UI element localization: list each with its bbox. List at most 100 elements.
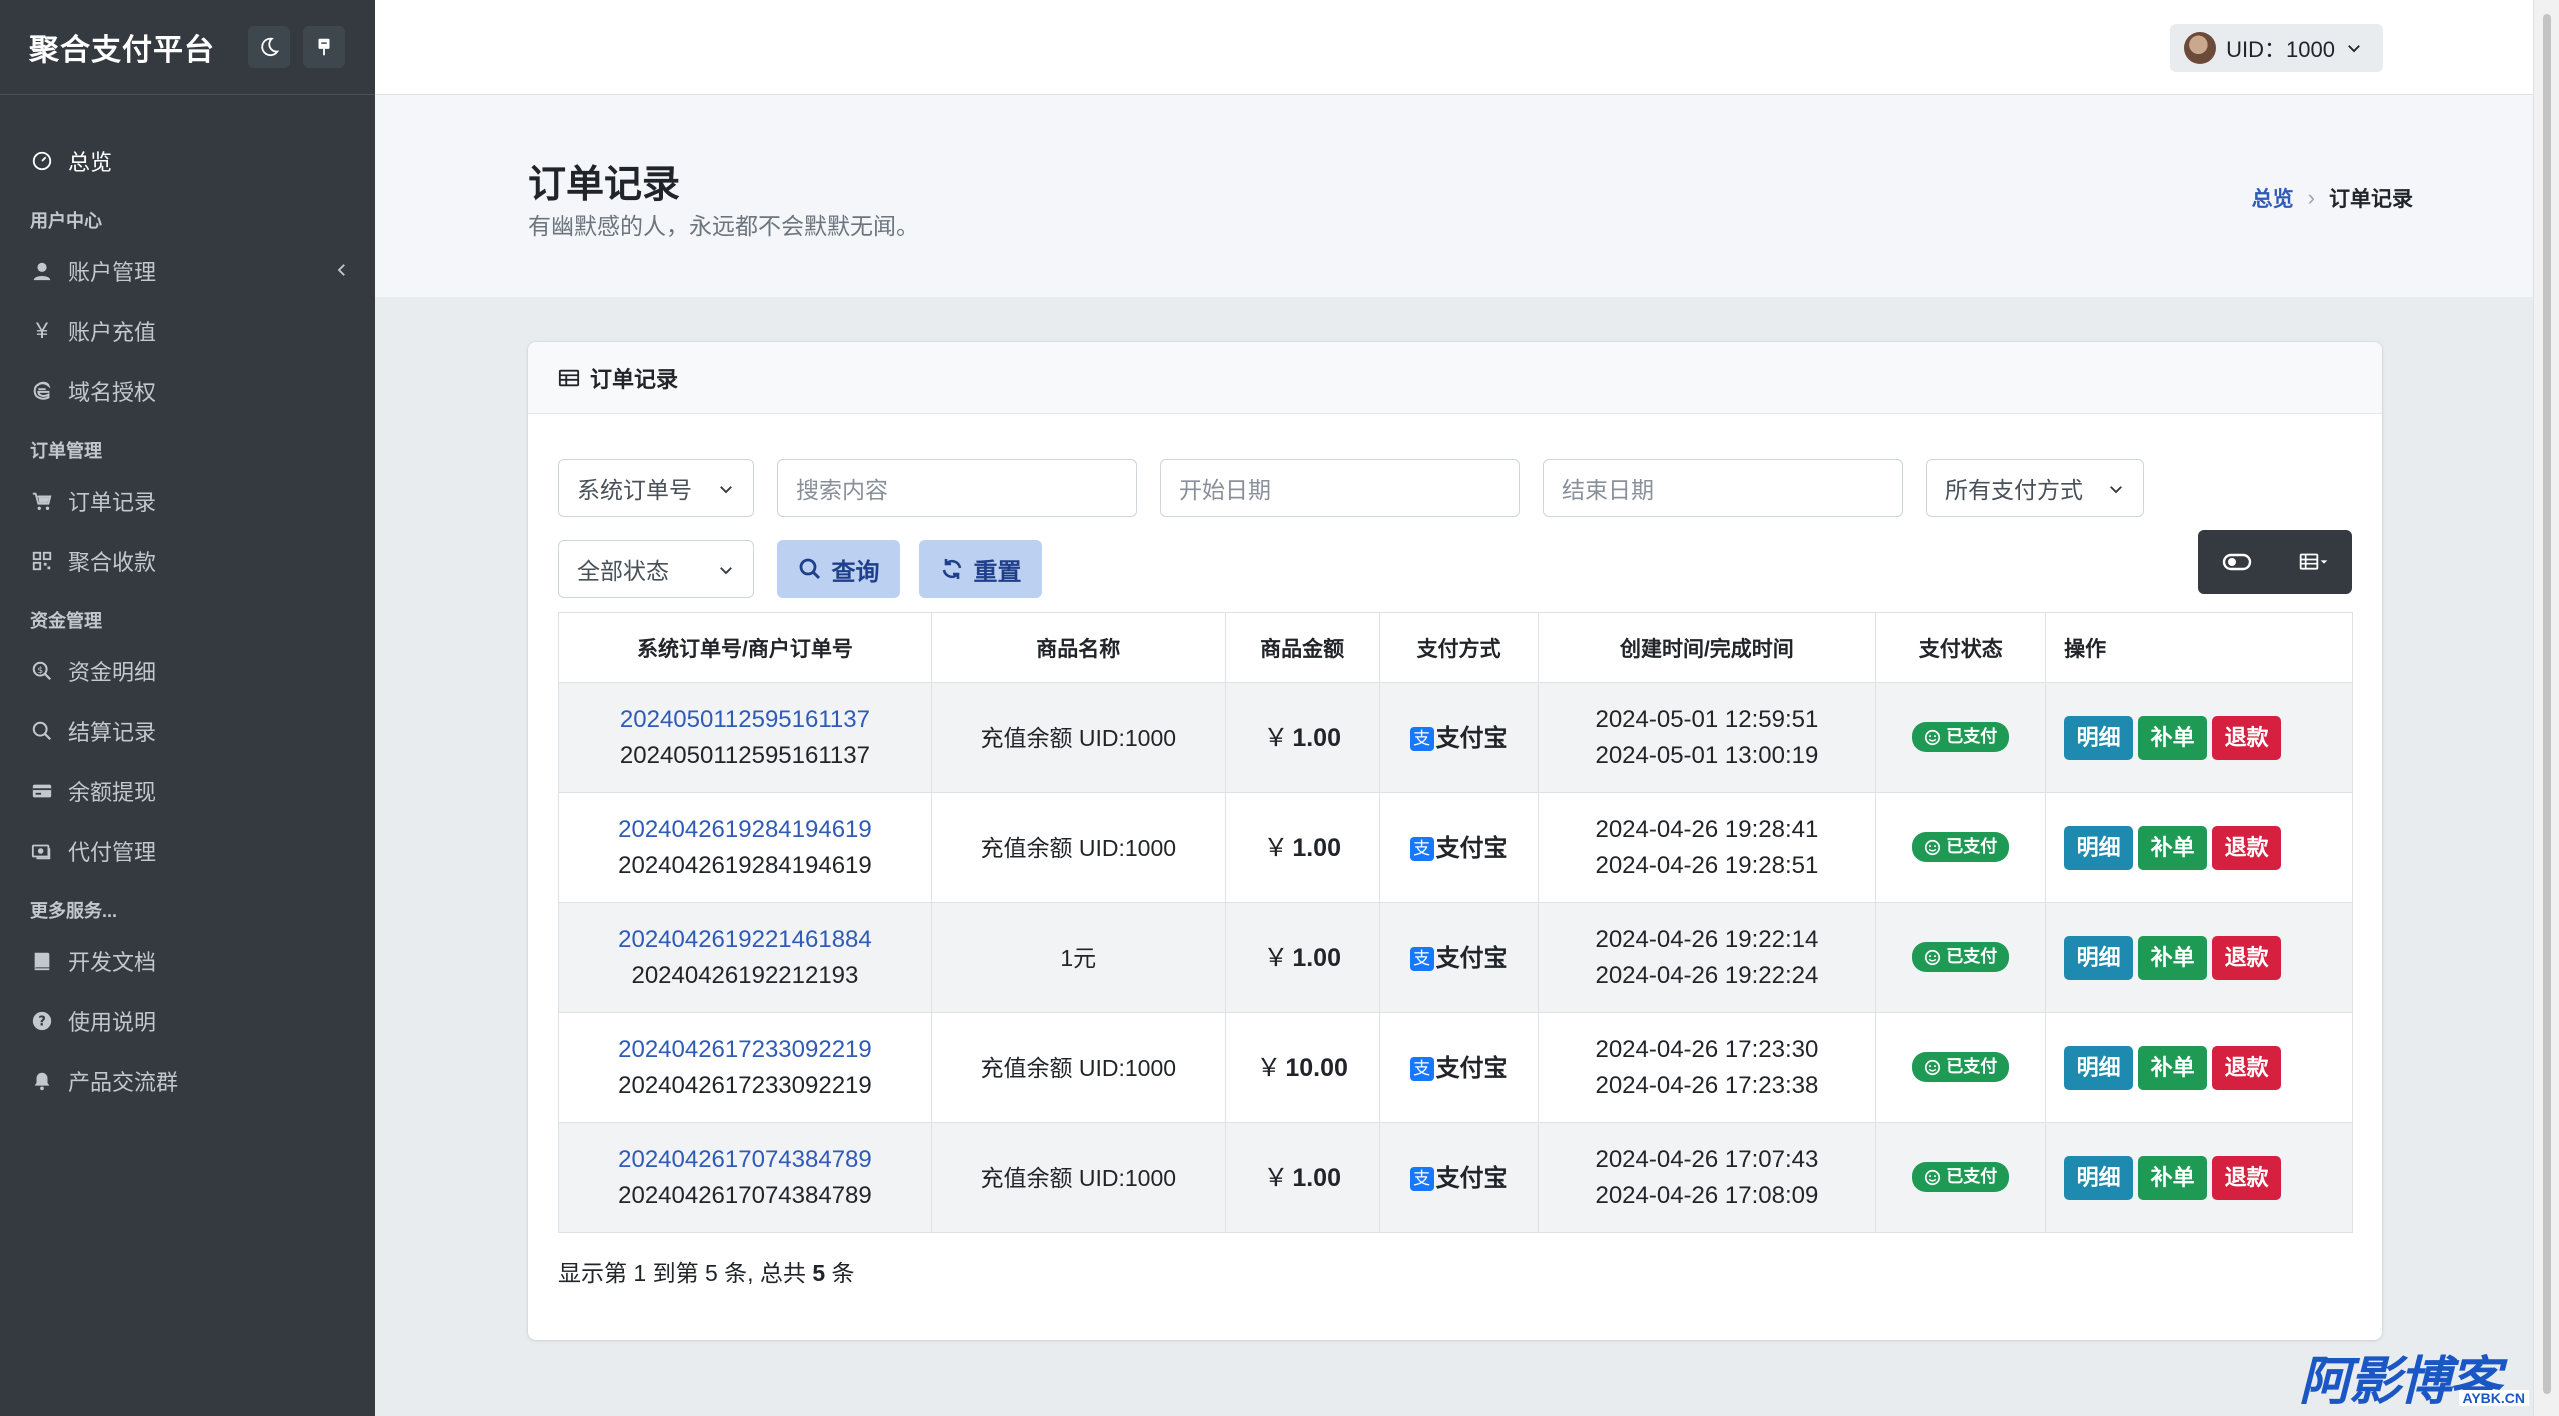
search-type-select[interactable]: 系统订单号 (558, 459, 754, 517)
trade-no-link[interactable]: 2024042619284194619 (559, 812, 931, 848)
sidebar-item-order-records[interactable]: 订单记录 (0, 471, 375, 531)
sidebar-item-label: 结算记录 (68, 720, 157, 745)
page-scrollbar[interactable] (2533, 0, 2559, 1416)
created-time: 2024-04-26 19:28:41 (1595, 815, 1819, 843)
sidebar-item-domain-auth[interactable]: 域名授权 (0, 361, 375, 421)
sidebar-item-proxy-pay[interactable]: 代付管理 (0, 821, 375, 881)
repair-button[interactable]: 补单 (2138, 935, 2208, 980)
status-label: 已支付 (1946, 1057, 1998, 1076)
detail-button[interactable]: 明细 (2064, 1155, 2134, 1200)
sidebar-nav: 总览 用户中心 账户管理 ¥ 账户充值 域名授权 订单管理 订单记录 聚合收款 … (0, 95, 375, 1111)
sidebar-item-label: 聚合收款 (68, 550, 157, 575)
end-date-input[interactable]: 结束日期 (1543, 459, 1903, 517)
alipay-icon: 支 (1409, 837, 1434, 861)
pay-type-select[interactable]: 所有支付方式 (1926, 459, 2144, 517)
sidebar-item-balance-withdraw[interactable]: 余额提现 (0, 761, 375, 821)
trade-no-link[interactable]: 2024050112595161137 (559, 702, 931, 738)
status-cell: 已支付 (1875, 1122, 2047, 1233)
sidebar-item-dev-docs[interactable]: 开发文档 (0, 931, 375, 991)
reset-button[interactable]: 重置 (919, 540, 1042, 598)
smile-icon (1925, 1169, 1941, 1185)
user-menu-button[interactable]: UID：1000 (2170, 24, 2383, 72)
query-button[interactable]: 查询 (777, 540, 900, 598)
breadcrumb-home-link[interactable]: 总览 (2252, 183, 2294, 213)
order-no-cell: 2024042619221461884 20240426192212193 (558, 902, 932, 1013)
refund-button[interactable]: 退款 (2212, 715, 2282, 760)
order-no-cell: 2024042619284194619 2024042619284194619 (558, 792, 932, 903)
brand-title[interactable]: 聚合支付平台 (29, 25, 215, 69)
detail-button[interactable]: 明细 (2064, 1045, 2134, 1090)
smile-icon (1925, 839, 1941, 855)
sidebar-item-settle-records[interactable]: 结算记录 (0, 701, 375, 761)
dark-mode-toggle[interactable] (248, 26, 290, 68)
status-cell: 已支付 (1875, 792, 2047, 903)
status-select[interactable]: 全部状态 (558, 540, 754, 598)
refund-button[interactable]: 退款 (2212, 1155, 2282, 1200)
smile-icon (1925, 729, 1941, 745)
sidebar-item-overview[interactable]: 总览 (0, 131, 375, 191)
repair-button[interactable]: 补单 (2138, 1155, 2208, 1200)
product-name-cell: 1元 (930, 902, 1226, 1013)
product-name-cell: 充值余额 UID:1000 (930, 1122, 1226, 1233)
sidebar-item-aggregate-receive[interactable]: 聚合收款 (0, 531, 375, 591)
column-header[interactable]: 商品名称 (930, 612, 1226, 683)
trade-no-link[interactable]: 2024042617233092219 (559, 1032, 931, 1068)
orders-card: 订单记录 系统订单号 搜索内容 开始日期 结束日期 所有支付方式 全部状态 查询… (528, 342, 2382, 1340)
time-cell: 2024-04-26 17:07:43 2024-04-26 17:08:09 (1537, 1122, 1877, 1233)
table-toolbar (2198, 530, 2352, 594)
amount-cell: ￥ 1.00 (1224, 682, 1380, 793)
sidebar-item-fund-detail[interactable]: $ 资金明细 (0, 641, 375, 701)
sidebar-item-account-recharge[interactable]: ¥ 账户充值 (0, 301, 375, 361)
repair-button[interactable]: 补单 (2138, 715, 2208, 760)
chevron-down-icon (720, 486, 732, 494)
column-header[interactable]: 支付状态 (1875, 612, 2047, 683)
pay-type-value: 所有支付方式 (1945, 477, 2083, 503)
chevron-down-icon (2348, 45, 2360, 53)
sidebar-item-label: 域名授权 (68, 380, 157, 405)
alipay-icon: 支 (1409, 947, 1434, 971)
finished-time: 2024-04-26 17:23:38 (1595, 1071, 1819, 1099)
out-trade-no: 2024042619284194619 (618, 851, 872, 879)
repair-button[interactable]: 补单 (2138, 1045, 2208, 1090)
toggle-button[interactable] (2198, 530, 2275, 594)
amount-value: 1.00 (1292, 833, 1341, 862)
columns-dropdown-button[interactable] (2275, 530, 2352, 594)
sidebar-collapse-button[interactable] (303, 26, 345, 68)
sidebar-item-label: 账户管理 (68, 260, 157, 285)
nav-header-fund-manage: 资金管理 (30, 611, 102, 631)
trade-no-link[interactable]: 2024042617074384789 (559, 1142, 931, 1178)
amount-value: 1.00 (1292, 943, 1341, 972)
status-value: 全部状态 (577, 558, 669, 584)
breadcrumb: 总览 › 订单记录 (2252, 183, 2413, 213)
detail-button[interactable]: 明细 (2064, 715, 2134, 760)
scrollbar-thumb[interactable] (2543, 14, 2551, 1394)
product-name-cell: 充值余额 UID:1000 (930, 1012, 1226, 1123)
table-row: 2024042619221461884 20240426192212193 1元 ￥ 1… (558, 902, 2353, 1013)
smile-icon (1925, 949, 1941, 965)
search-placeholder: 搜索内容 (796, 477, 888, 503)
refund-button[interactable]: 退款 (2212, 1045, 2282, 1090)
sidebar-item-account-manage[interactable]: 账户管理 (0, 241, 375, 301)
refund-button[interactable]: 退款 (2212, 825, 2282, 870)
sidebar-item-community[interactable]: 产品交流群 (0, 1051, 375, 1111)
sidebar-item-usage-guide[interactable]: ? 使用说明 (0, 991, 375, 1051)
search-dollar-icon: $ (32, 661, 52, 681)
breadcrumb-separator-icon: › (2307, 185, 2315, 210)
trade-no-link[interactable]: 2024042619221461884 (559, 922, 931, 958)
search-input[interactable]: 搜索内容 (777, 459, 1137, 517)
order-no-cell: 2024042617074384789 2024042617074384789 (558, 1122, 932, 1233)
start-date-placeholder: 开始日期 (1179, 477, 1271, 503)
column-header[interactable]: 创建时间/完成时间 (1537, 612, 1877, 683)
detail-button[interactable]: 明细 (2064, 935, 2134, 980)
product-name-cell: 充值余额 UID:1000 (930, 792, 1226, 903)
column-header[interactable]: 支付方式 (1378, 612, 1539, 683)
column-header[interactable]: 系统订单号/商户订单号 (558, 612, 932, 683)
refund-button[interactable]: 退款 (2212, 935, 2282, 980)
user-label: UID：1000 (2226, 37, 2335, 62)
sidebar-item-label: 账户充值 (68, 320, 157, 345)
column-header[interactable]: 商品金额 (1224, 612, 1380, 683)
start-date-input[interactable]: 开始日期 (1160, 459, 1520, 517)
repair-button[interactable]: 补单 (2138, 825, 2208, 870)
detail-button[interactable]: 明细 (2064, 825, 2134, 870)
sidebar: 聚合支付平台 总览 用户中心 账户管理 ¥ 账户充值 域名授权 订单管理 订单记… (0, 0, 375, 1416)
